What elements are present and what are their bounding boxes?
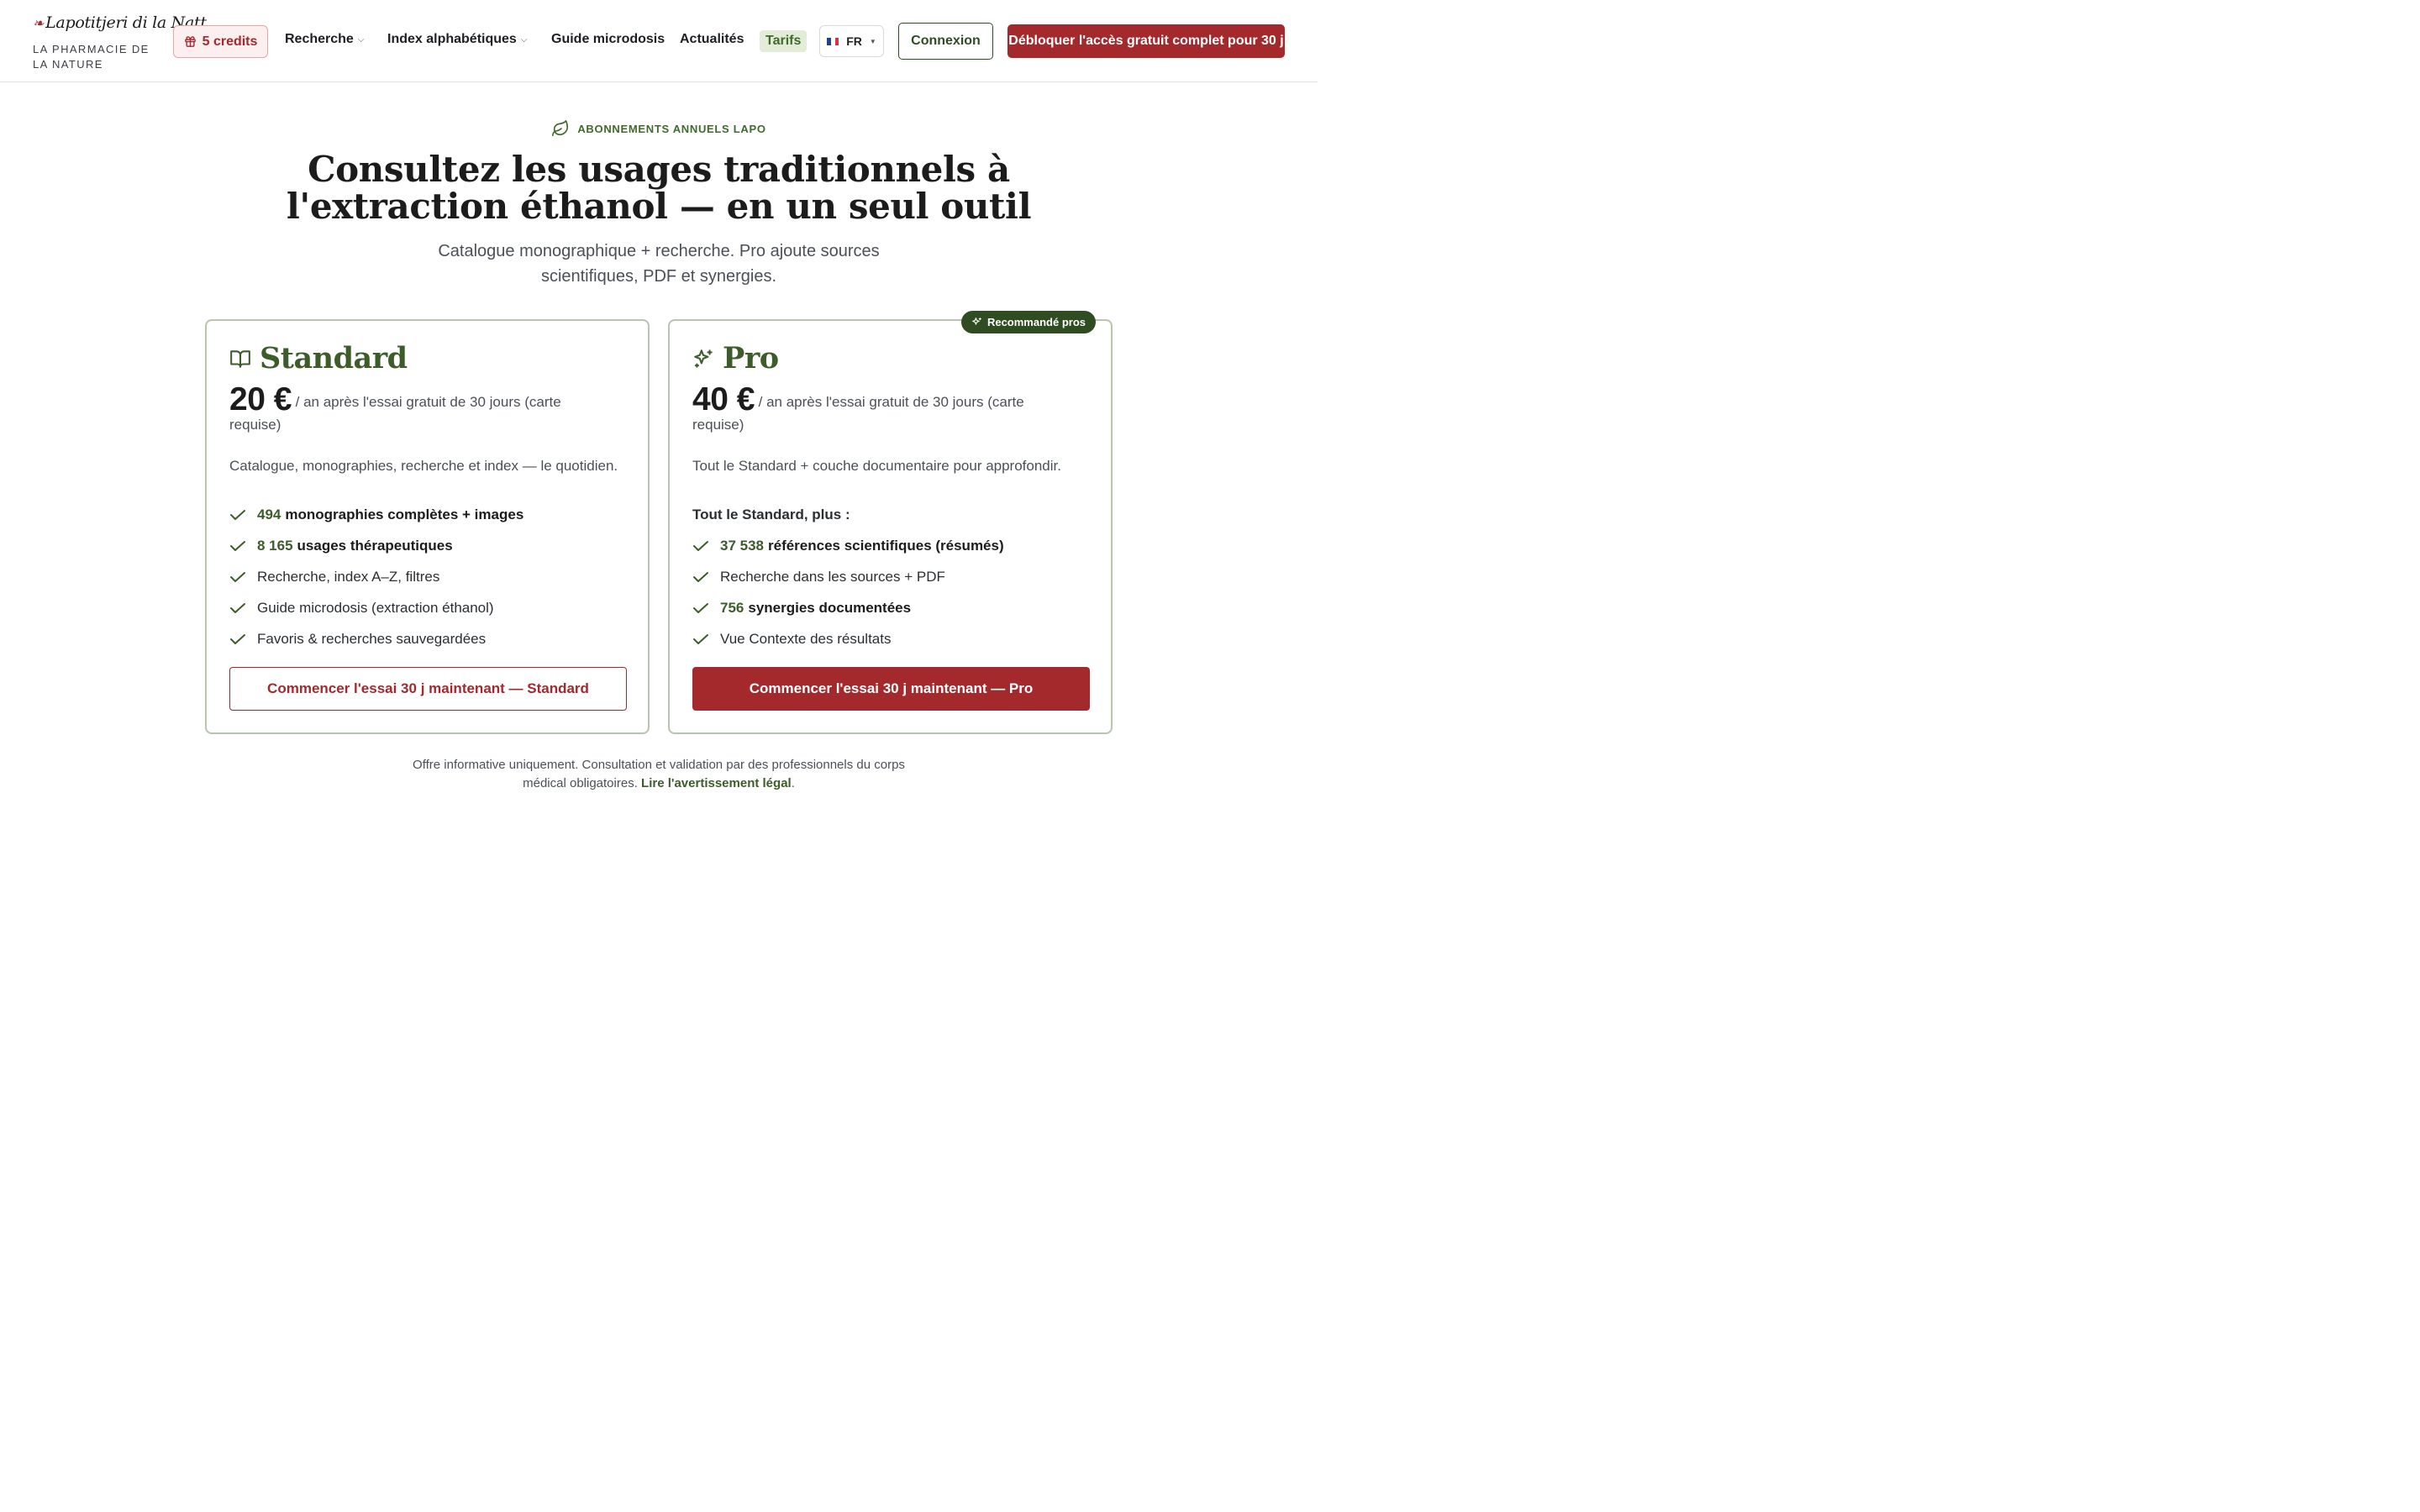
feature-item: 8 165 usages thérapeutiques: [229, 530, 523, 561]
language-selector[interactable]: FR ▼: [819, 25, 884, 57]
footnote-end: .: [791, 776, 795, 790]
feature-count: 756: [720, 599, 744, 616]
france-flag-icon: [827, 37, 839, 45]
feature-list: 494 monographies complètes + images 8 16…: [229, 499, 523, 654]
recommended-badge: Recommandé pros: [960, 311, 1096, 333]
check-icon: [693, 602, 708, 613]
feature-count: 37 538: [720, 537, 764, 554]
feature-count: 494: [257, 506, 281, 522]
feature-item: Guide microdosis (extraction éthanol): [229, 592, 523, 623]
feature-text: Vue Contexte des résultats: [720, 630, 892, 647]
logo-mark-icon: ❧: [33, 14, 45, 31]
start-trial-pro-button[interactable]: Commencer l'essai 30 j maintenant — Pro: [692, 667, 1090, 711]
feature-item: Recherche, index A–Z, filtres: [229, 561, 523, 592]
credits-button[interactable]: 5 credits: [173, 25, 268, 58]
plan-card-pro: Recommandé pros Pro 40 € / an après l'es…: [668, 311, 1113, 734]
feature-item: 37 538 références scientifiques (résumés…: [692, 530, 1004, 561]
legal-warning-link[interactable]: Lire l'avertissement légal: [641, 776, 792, 790]
nav-label: Guide microdosis: [551, 32, 666, 46]
price-block: 40 € / an après l'essai gratuit de 30 jo…: [692, 383, 1071, 436]
feature-text: Recherche, index A–Z, filtres: [257, 568, 440, 585]
start-trial-standard-button[interactable]: Commencer l'essai 30 j maintenant — Stan…: [229, 667, 627, 711]
plan-price: 40 €: [692, 381, 755, 417]
plan-name: Pro: [723, 341, 779, 375]
feature-item: 756 synergies documentées: [692, 592, 1004, 623]
feature-count: 8 165: [257, 537, 293, 554]
feature-text: Favoris & recherches sauvegardées: [257, 630, 487, 647]
check-icon: [230, 633, 245, 644]
nav-guide-microdosis[interactable]: Guide microdosis: [551, 32, 665, 47]
badge-text: Recommandé pros: [986, 316, 1086, 328]
nav-label: Index alphabétiques: [387, 32, 517, 46]
nav-recherche[interactable]: Recherche ⌵: [285, 32, 364, 47]
check-icon: [693, 540, 708, 551]
caret-down-icon: ▼: [869, 37, 876, 45]
chevron-down-icon: ⌵: [357, 35, 365, 45]
language-label: FR: [846, 34, 862, 48]
check-icon: [230, 571, 245, 582]
sparkles-icon: [694, 349, 713, 368]
feature-text: monographies complètes + images: [285, 506, 524, 522]
credits-label: 5 credits: [202, 34, 258, 49]
page-subtitle: Catalogue monographique + recherche. Pro…: [438, 242, 880, 286]
check-icon: [693, 571, 708, 582]
unlock-trial-button[interactable]: Débloquer l'accès gratuit complet pour 3…: [1007, 24, 1285, 58]
page-title: Consultez les usages traditionnels à l'e…: [286, 149, 1032, 227]
sparkles-icon: [972, 318, 981, 325]
nav-label: Recherche: [285, 32, 354, 46]
legal-footnote: Offre informative uniquement. Consultati…: [407, 756, 911, 793]
eyebrow: ABONNEMENTS ANNUELS LAPO: [0, 119, 1318, 138]
nav-label: Tarifs: [765, 34, 802, 48]
plan-card-standard: Standard 20 € / an après l'essai gratuit…: [205, 319, 650, 734]
nav-actualites[interactable]: Actualités: [680, 32, 744, 47]
feature-item: 494 monographies complètes + images: [229, 499, 523, 530]
includes-standard-label: Tout le Standard, plus :: [692, 506, 850, 522]
check-icon: [230, 509, 245, 520]
leaf-icon: [552, 120, 569, 137]
price-block: 20 € / an après l'essai gratuit de 30 jo…: [229, 383, 608, 436]
check-icon: [230, 540, 245, 551]
top-navbar: ❧ Lapotitjeri di la Natt LA PHARMACIE DE…: [0, 0, 1318, 82]
feature-text: Guide microdosis (extraction éthanol): [257, 599, 494, 616]
feature-list: Tout le Standard, plus : 37 538 référenc…: [692, 499, 1004, 654]
plan-header: Standard: [229, 341, 408, 375]
feature-text: usages thérapeutiques: [297, 537, 453, 554]
feature-item: Vue Contexte des résultats: [692, 623, 1004, 654]
chevron-down-icon: ⌵: [520, 35, 528, 45]
login-button[interactable]: Connexion: [898, 23, 993, 60]
brand-logo[interactable]: ❧ Lapotitjeri di la Natt: [33, 13, 207, 32]
check-icon: [693, 633, 708, 644]
plan-description: Tout le Standard + couche documentaire p…: [692, 458, 1061, 474]
nav-label: Actualités: [680, 32, 744, 46]
nav-index-alphabetiques[interactable]: Index alphabétiques ⌵: [387, 32, 527, 47]
feature-item: Favoris & recherches sauvegardées: [229, 623, 523, 654]
plan-name: Standard: [260, 341, 408, 375]
feature-text: références scientifiques (résumés): [768, 537, 1004, 554]
nav-tarifs[interactable]: Tarifs: [760, 30, 808, 52]
brand-tagline: LA PHARMACIE DE LA NATURE: [33, 43, 150, 71]
feature-text: Recherche dans les sources + PDF: [720, 568, 945, 585]
feature-text: synergies documentées: [748, 599, 912, 616]
plan-header: Pro: [692, 341, 779, 375]
gift-icon: [184, 36, 196, 47]
brand[interactable]: ❧ Lapotitjeri di la Natt LA PHARMACIE DE…: [33, 13, 207, 72]
book-open-icon: [230, 349, 250, 368]
eyebrow-text: ABONNEMENTS ANNUELS LAPO: [577, 122, 766, 135]
plan-description: Catalogue, monographies, recherche et in…: [229, 458, 618, 474]
check-icon: [230, 602, 245, 613]
feature-item: Recherche dans les sources + PDF: [692, 561, 1004, 592]
plan-price: 20 €: [229, 381, 292, 417]
